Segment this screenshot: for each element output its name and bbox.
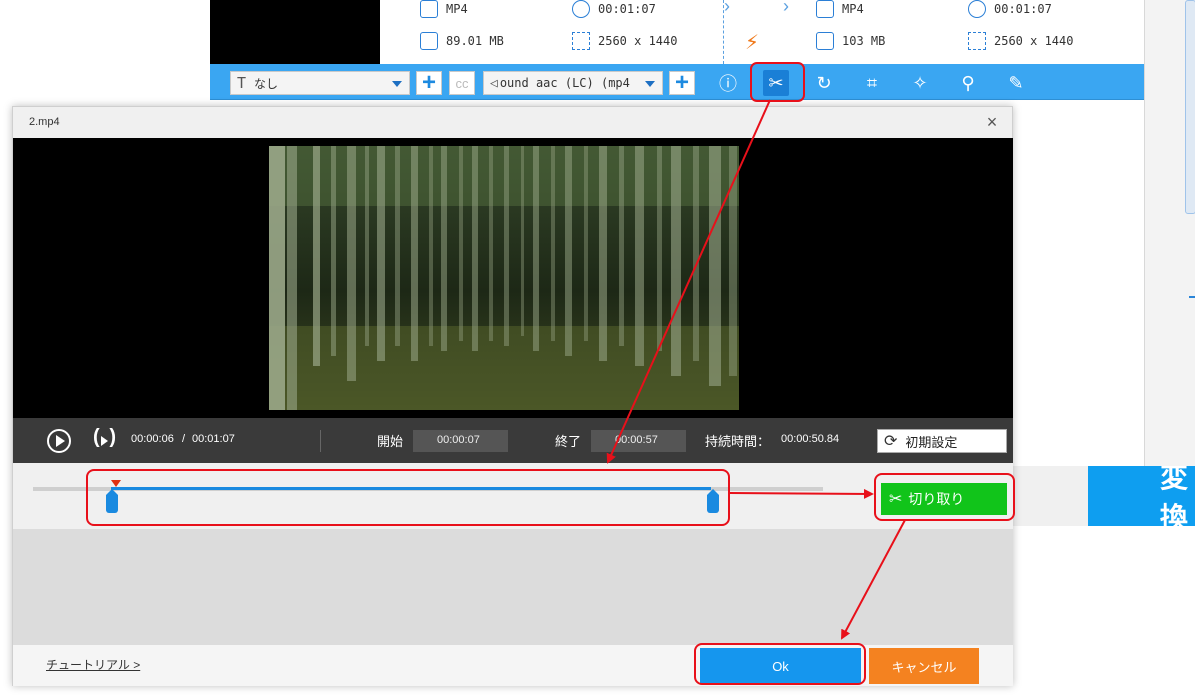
trim-dialog: 2.mp4 × () 00:00:06 / 00:01:07 開始 00:00… [12, 106, 1013, 686]
start-time-input[interactable]: 00:00:07 [413, 430, 508, 452]
dialog-title: 2.mp4 [29, 116, 60, 128]
output-format: MP4 [816, 0, 864, 18]
clock-icon [572, 0, 590, 18]
folder-icon [420, 32, 438, 50]
add-subtitle-button[interactable]: + [416, 71, 442, 95]
slider-mark [1189, 296, 1195, 298]
output-resolution: 2560 x 1440 [968, 32, 1073, 50]
time-separator: / [182, 433, 186, 445]
subtitle-select[interactable]: T なし [230, 71, 410, 95]
divider [320, 430, 321, 452]
end-time-input[interactable]: 00:00:57 [591, 430, 686, 452]
video-thumbnail [210, 0, 380, 64]
duration-label: 持続時間： [705, 434, 771, 449]
step-forward-button[interactable] [93, 426, 117, 453]
watermark-stamp-icon[interactable]: ⚲ [955, 70, 981, 96]
source-resolution: 2560 x 1440 [572, 32, 677, 50]
bottom-band [1013, 466, 1088, 526]
lightning-icon: ⚡ [745, 32, 760, 54]
start-label: 開始 [377, 434, 404, 449]
highlight-scissors [750, 62, 805, 102]
total-time: 00:01:07 [192, 433, 235, 445]
highlight-ok-button [694, 643, 866, 685]
add-audio-button[interactable]: + [669, 71, 695, 95]
reset-button[interactable]: ⟳ 初期設定 [877, 429, 1007, 453]
current-time: 00:00:06 [131, 433, 174, 445]
video-preview [13, 138, 1013, 418]
rotate-icon[interactable]: ↻ [811, 70, 837, 96]
text-icon: T [237, 74, 247, 92]
video-file-icon [816, 0, 834, 18]
right-side-panel [1144, 0, 1195, 470]
close-icon[interactable]: × [982, 112, 1002, 132]
refresh-icon: ⟳ [884, 433, 898, 450]
folder-icon [816, 32, 834, 50]
highlight-trim-range [86, 469, 730, 526]
effects-wand-icon[interactable]: ✧ [907, 70, 933, 96]
video-file-icon [420, 0, 438, 18]
playback-controls: 00:00:06 / 00:01:07 開始 00:00:07 終了 00:00… [13, 418, 1013, 463]
clip-list-area [13, 529, 1013, 645]
speaker-icon: ◁ [490, 75, 498, 91]
chevron-down-icon [645, 81, 655, 87]
bamboo-forest-image [269, 146, 739, 410]
resolution-icon [572, 32, 590, 50]
duration-value: 00:00:50.84 [781, 433, 840, 445]
end-label: 終了 [555, 434, 582, 449]
resolution-icon [968, 32, 986, 50]
chevron-right-icon: › [783, 0, 789, 16]
play-button[interactable] [47, 429, 71, 453]
audio-track-select[interactable]: ◁ ound aac (LC) (mp4 [483, 71, 663, 95]
output-size: 103 MB [816, 32, 885, 50]
edit-pen-icon[interactable]: ✎ [1003, 70, 1029, 96]
scrollbar[interactable] [1185, 0, 1195, 214]
play-icon [56, 435, 65, 447]
output-duration: 00:01:07 [968, 0, 1052, 18]
chevron-right-icon: › [724, 0, 730, 16]
tutorial-link[interactable]: チュートリアル > [46, 656, 140, 673]
step-icon [101, 436, 108, 446]
crop-icon[interactable]: ⌗ [859, 70, 885, 96]
subtitle-settings-icon[interactable]: cc [449, 71, 475, 95]
highlight-cut-button [874, 473, 1015, 521]
source-duration: 00:01:07 [572, 0, 656, 18]
clock-icon [968, 0, 986, 18]
edit-toolbar: T なし + cc ◁ ound aac (LC) (mp4 + ⓘ ✂ ↻ ⌗… [210, 64, 1144, 100]
source-size: 89.01 MB [420, 32, 504, 50]
info-icon[interactable]: ⓘ [715, 70, 741, 96]
source-format: MP4 [420, 0, 468, 18]
convert-button[interactable]: 変換 [1088, 466, 1195, 526]
video-frame [269, 146, 739, 410]
file-info-panel: MP4 00:01:07 89.01 MB 2560 x 1440 MP4 00… [380, 0, 1144, 64]
cancel-button[interactable]: キャンセル [869, 648, 979, 684]
chevron-down-icon [392, 81, 402, 87]
